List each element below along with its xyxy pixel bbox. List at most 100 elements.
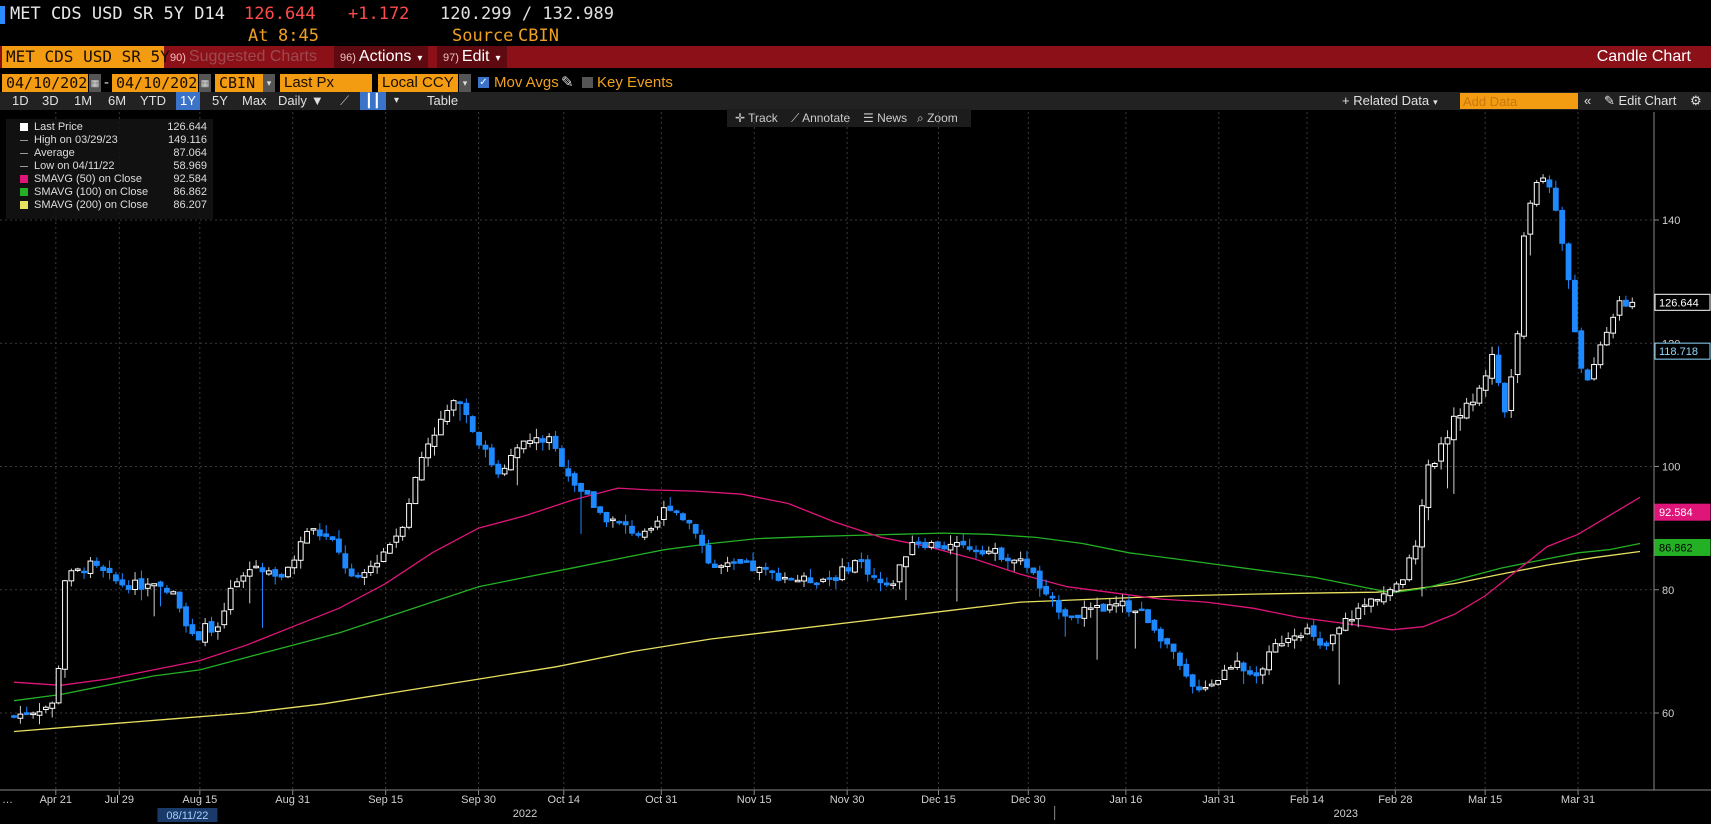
candle-body	[323, 533, 330, 537]
price-tag-label-mid: 118.718	[1659, 346, 1698, 358]
candle-body	[113, 574, 119, 582]
candle-body	[68, 570, 75, 582]
candle-body	[1132, 610, 1139, 614]
candle-body	[928, 542, 935, 548]
candle-body	[724, 562, 731, 568]
candle-body	[1482, 375, 1489, 391]
candle-body	[176, 591, 183, 609]
candle-body	[1291, 635, 1298, 641]
candle-body	[1501, 382, 1508, 413]
candle-body	[1329, 634, 1336, 645]
candle-body	[1616, 300, 1623, 316]
x-tick-label: Oct 14	[548, 794, 580, 806]
legend-label: Last Price	[34, 121, 83, 133]
candle-body	[1349, 618, 1355, 622]
candle-body	[1425, 464, 1432, 508]
candle-body	[1227, 667, 1234, 670]
candle-body	[1584, 369, 1591, 381]
candle-body	[832, 577, 839, 581]
candle-body	[839, 566, 846, 581]
candle-body	[1361, 604, 1368, 607]
candle-body	[1208, 683, 1215, 687]
candle-body	[896, 564, 903, 583]
x-tick-label: Apr 21	[40, 794, 72, 806]
candle-body	[1100, 603, 1107, 612]
candle-body	[138, 578, 145, 590]
candle-body	[590, 491, 597, 508]
candle-body	[393, 535, 400, 543]
candle-body	[1285, 637, 1292, 643]
legend-swatch	[20, 166, 28, 167]
candle-body	[329, 536, 336, 541]
candle-body	[820, 578, 827, 582]
candle-body	[648, 528, 655, 531]
candle-body	[1011, 559, 1018, 564]
legend-label: SMAVG (200) on Close	[34, 199, 149, 211]
candle-body	[1126, 600, 1132, 613]
legend-value: 92.584	[173, 173, 207, 185]
candle-body	[1355, 607, 1362, 620]
candle-chart[interactable]: 6080100120140Apr 21Jul 29Aug 15Aug 31Sep…	[0, 0, 1711, 824]
y-tick-label: 100	[1662, 462, 1680, 474]
candle-body	[495, 463, 502, 475]
candle-body	[170, 591, 177, 595]
candle-body	[1234, 660, 1241, 668]
candle-body	[552, 435, 559, 449]
cursor-date-label: 08/11/22	[166, 810, 208, 822]
candle-body	[437, 418, 444, 436]
candle-body	[36, 711, 43, 716]
candle-body	[1603, 331, 1610, 346]
candle-body	[431, 434, 438, 447]
candle-body	[909, 542, 916, 556]
candle-body	[1368, 598, 1374, 607]
candle-body	[1151, 619, 1158, 631]
legend-label: Average	[34, 147, 75, 159]
candle-body	[1170, 643, 1177, 652]
candle-body	[106, 567, 113, 574]
x-tick-label: Mar 15	[1468, 794, 1502, 806]
candle-body	[1145, 609, 1151, 624]
candle-body	[1304, 627, 1311, 635]
candle-body	[1387, 589, 1394, 597]
candle-body	[49, 702, 56, 709]
candle-body	[501, 467, 508, 475]
candle-body	[1521, 235, 1527, 337]
candle-body	[750, 560, 756, 572]
candle-body	[1164, 638, 1171, 645]
candle-body	[195, 631, 202, 641]
legend-swatch	[20, 140, 28, 141]
candle-body	[1272, 643, 1279, 653]
legend-item-sma200: SMAVG (200) on Close 86.207	[6, 198, 213, 212]
candle-body	[463, 402, 470, 416]
candle-body	[1119, 600, 1126, 607]
candle-body	[603, 511, 610, 523]
candle-body	[998, 547, 1005, 560]
candle-body	[1591, 364, 1597, 380]
candle-body	[597, 506, 604, 513]
candle-body	[699, 534, 705, 546]
candle-body	[412, 476, 419, 505]
candle-body	[1202, 686, 1209, 690]
candle-body	[985, 550, 992, 554]
candle-body	[890, 583, 897, 586]
candle-body	[686, 519, 693, 524]
candle-body	[654, 520, 661, 528]
candle-body	[514, 447, 521, 459]
candle-body	[571, 473, 578, 486]
year-label-2023: 2023	[1334, 808, 1358, 820]
x-axis-ellipsis: …	[2, 794, 13, 806]
candle-body	[680, 513, 686, 521]
candle-body	[559, 448, 565, 467]
candle-body	[1278, 643, 1285, 647]
x-tick-label: Aug 15	[182, 794, 217, 806]
candle-body	[788, 577, 795, 581]
candle-body	[947, 543, 954, 551]
candle-body	[1247, 670, 1253, 675]
candle-body	[1043, 586, 1050, 595]
legend-label: SMAVG (50) on Close	[34, 173, 143, 185]
candle-body	[1578, 330, 1585, 369]
candle-body	[1055, 599, 1062, 613]
candle-body	[336, 538, 342, 553]
candle-body	[1189, 674, 1196, 687]
candle-body	[1489, 353, 1495, 379]
